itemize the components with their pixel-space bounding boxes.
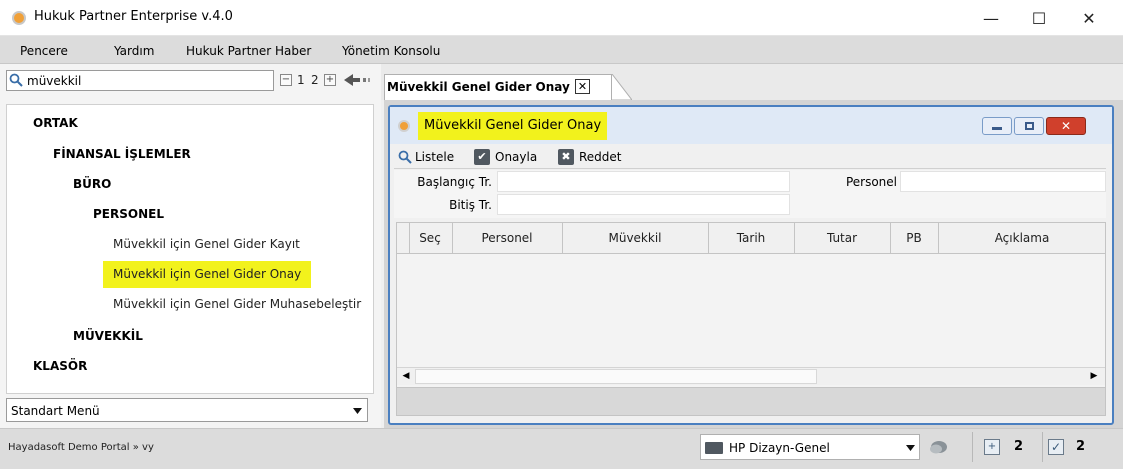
profile-value: HP Dizayn-Genel: [729, 441, 830, 455]
inner-window-title: Müvekkil Genel Gider Onay: [418, 112, 608, 140]
menu-bar: [0, 36, 1123, 64]
maximize-button[interactable]: ☐: [1016, 0, 1062, 36]
check-icon: ✔: [474, 149, 490, 165]
inner-window-titlebar: Müvekkil Genel Gider Onay ✕: [390, 107, 1112, 144]
column-divider: [409, 223, 410, 254]
expand-all-button[interactable]: +: [324, 74, 336, 86]
page-1-link[interactable]: 1: [297, 73, 305, 87]
calendar-counter[interactable]: + 2: [984, 437, 1042, 459]
column-pb[interactable]: PB: [891, 231, 937, 245]
collapse-all-button[interactable]: −: [280, 74, 292, 86]
reddet-button[interactable]: ✖ Reddet: [558, 147, 624, 167]
tree-node-personel[interactable]: PERSONEL: [93, 207, 164, 221]
status-bar: [0, 428, 1123, 469]
tab-muvekkil-genel-gider-onay[interactable]: Müvekkil Genel Gider Onay ✕: [384, 74, 612, 100]
breadcrumb[interactable]: Hayadasoft Demo Portal » vy: [8, 442, 154, 453]
menu-hukuk-partner-haber[interactable]: Hukuk Partner Haber: [186, 44, 311, 58]
minimize-icon: [992, 127, 1002, 130]
menu-tree: ORTAK FİNANSAL İŞLEMLER BÜRO PERSONEL Mü…: [6, 104, 374, 394]
column-personel[interactable]: Personel: [453, 231, 561, 245]
column-divider: [708, 223, 709, 254]
tree-item-genel-gider-kayit[interactable]: Müvekkil için Genel Gider Kayıt: [113, 237, 300, 251]
tree-item-genel-gider-onay[interactable]: Müvekkil için Genel Gider Onay: [103, 261, 312, 288]
task-count: 2: [1076, 439, 1086, 454]
folder-icon: [705, 442, 723, 454]
back-arrow-icon[interactable]: [344, 73, 374, 87]
tree-node-klasor[interactable]: KLASÖR: [33, 359, 87, 373]
scroll-left-icon[interactable]: ◀: [399, 369, 413, 384]
bitis-label: Bitiş Tr.: [449, 198, 492, 212]
scrollbar-thumb[interactable]: [415, 369, 817, 384]
restore-icon: [1025, 122, 1034, 130]
chevron-down-icon: [906, 445, 915, 451]
onayla-button[interactable]: ✔ Onayla: [474, 147, 540, 167]
inner-restore-button[interactable]: [1014, 117, 1044, 135]
profile-select[interactable]: HP Dizayn-Genel: [700, 434, 920, 460]
tree-node-muvekkil[interactable]: MÜVEKKİL: [73, 329, 143, 343]
search-icon: [398, 150, 412, 164]
column-tutar[interactable]: Tutar: [795, 231, 889, 245]
x-icon: ✖: [558, 149, 574, 165]
chat-icon[interactable]: [928, 440, 948, 456]
tree-node-finansal-islemler[interactable]: FİNANSAL İŞLEMLER: [53, 147, 191, 161]
personel-field[interactable]: [900, 171, 1106, 192]
menu-pencere[interactable]: Pencere: [20, 44, 68, 58]
baslangic-label: Başlangıç Tr.: [417, 175, 492, 189]
scroll-right-icon[interactable]: ▶: [1087, 369, 1101, 384]
tree-item-genel-gider-muhasebelestir[interactable]: Müvekkil için Genel Gider Muhasebeleştir: [113, 297, 361, 311]
tab-label: Müvekkil Genel Gider Onay: [387, 80, 570, 94]
bitis-field[interactable]: [497, 194, 790, 215]
data-grid: Seç Personel Müvekkil Tarih Tutar PB Açı…: [396, 222, 1106, 416]
horizontal-scrollbar[interactable]: ◀ ▶: [397, 367, 1105, 385]
column-divider: [794, 223, 795, 254]
tab-edge-decoration: [610, 74, 632, 100]
column-sec[interactable]: Seç: [409, 231, 451, 245]
column-aciklama[interactable]: Açıklama: [939, 231, 1105, 245]
tab-close-button[interactable]: ✕: [575, 79, 590, 94]
menu-yonetim-konsolu[interactable]: Yönetim Konsolu: [342, 44, 440, 58]
app-logo-icon: [12, 11, 26, 25]
close-button[interactable]: ✕: [1066, 0, 1112, 36]
menu-yardim[interactable]: Yardım: [114, 44, 154, 58]
onayla-label: Onayla: [495, 150, 538, 164]
search-box: [6, 70, 274, 91]
inner-window-icon: [398, 120, 410, 132]
column-divider: [890, 223, 891, 254]
calendar-count: 2: [1014, 439, 1024, 454]
tree-node-buro[interactable]: BÜRO: [73, 177, 111, 191]
chevron-down-icon: [353, 408, 362, 414]
status-divider: [1042, 432, 1043, 462]
column-divider: [562, 223, 563, 254]
column-divider: [938, 223, 939, 254]
menu-type-value: Standart Menü: [11, 404, 100, 418]
menu-type-select[interactable]: Standart Menü: [6, 398, 368, 422]
page-2-link[interactable]: 2: [311, 73, 319, 87]
search-icon[interactable]: [9, 73, 23, 87]
grid-footer: [397, 387, 1105, 415]
reddet-label: Reddet: [579, 150, 622, 164]
search-input[interactable]: [27, 72, 267, 89]
baslangic-field[interactable]: [497, 171, 790, 192]
inner-close-button[interactable]: ✕: [1046, 117, 1086, 135]
column-divider: [452, 223, 453, 254]
filter-form: Başlangıç Tr. Bitiş Tr. Personel: [394, 170, 1106, 218]
column-muvekkil[interactable]: Müvekkil: [563, 231, 707, 245]
tree-node-ortak[interactable]: ORTAK: [33, 116, 78, 130]
minimize-button[interactable]: —: [968, 0, 1014, 36]
listele-button[interactable]: Listele: [398, 147, 464, 167]
listele-label: Listele: [415, 150, 455, 164]
personel-label: Personel: [845, 175, 897, 189]
checkbox-icon: ✓: [1048, 439, 1064, 455]
calendar-icon: +: [984, 439, 1000, 455]
grid-header: Seç Personel Müvekkil Tarih Tutar PB Açı…: [397, 223, 1105, 254]
status-divider: [972, 432, 973, 462]
task-counter[interactable]: ✓ 2: [1048, 437, 1106, 459]
window-title: Hukuk Partner Enterprise v.4.0: [34, 9, 233, 24]
inner-minimize-button[interactable]: [982, 117, 1012, 135]
toolbar: Listele ✔ Onayla ✖ Reddet: [394, 145, 1106, 169]
column-tarih[interactable]: Tarih: [709, 231, 793, 245]
